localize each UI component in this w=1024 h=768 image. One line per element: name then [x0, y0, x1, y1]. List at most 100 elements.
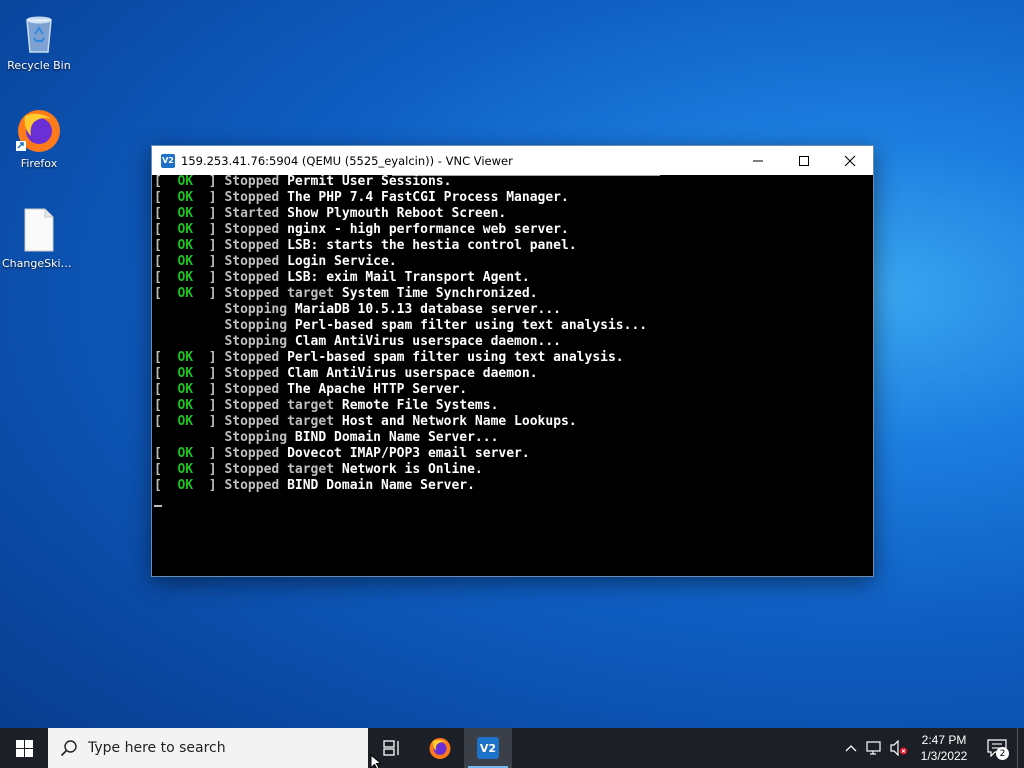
vnc-viewer-window[interactable]: V2 159.253.41.76:5904 (QEMU (5525_eyalci…	[151, 145, 874, 577]
line-verb: Stopped	[224, 398, 280, 413]
taskbar-clock[interactable]: 2:47 PM 1/3/2022	[911, 732, 977, 764]
task-view-icon	[383, 740, 399, 756]
taskbar: Type here to search V2 2:47 PM 1/3/2022 …	[0, 728, 1024, 768]
terminal-line: [ OK ] Stopped target Host and Network N…	[154, 414, 577, 429]
line-verb: Stopped	[224, 350, 280, 365]
close-icon	[844, 155, 856, 166]
terminal-line: [ OK ] Stopped Dovecot IMAP/POP3 email s…	[154, 446, 530, 461]
desktop-icon-changeskin[interactable]: ChangeSkin...	[2, 206, 76, 270]
ok-status: OK	[177, 222, 194, 237]
line-verb: Stopping	[224, 318, 288, 333]
clock-time: 2:47 PM	[921, 733, 967, 747]
line-verb: Stopped	[224, 382, 280, 397]
ok-status: OK	[177, 286, 194, 301]
terminal-console[interactable]: [ OK ] Stopped Permit User Sessions.[ OK…	[152, 175, 873, 575]
line-verb: Stopped	[224, 270, 280, 285]
line-verb: Stopped	[224, 238, 280, 253]
firefox-icon	[429, 738, 451, 759]
start-button[interactable]	[0, 728, 48, 768]
line-verb: Stopped	[224, 286, 280, 301]
line-text: Remote File Systems.	[341, 398, 499, 413]
line-verb: Stopping	[224, 334, 288, 349]
terminal-line: [ OK ] Stopped The PHP 7.4 FastCGI Proce…	[154, 190, 569, 205]
line-verb: Stopped	[224, 446, 280, 461]
desktop-icon-label: Firefox	[20, 157, 58, 170]
windows-logo-icon	[15, 739, 33, 757]
line-text: Login Service.	[287, 254, 397, 269]
line-verb: Stopped	[224, 414, 280, 429]
line-text: System Time Synchronized.	[341, 286, 538, 301]
line-text: The Apache HTTP Server.	[287, 382, 468, 397]
terminal-line: [ OK ] Stopped target System Time Synchr…	[154, 286, 538, 301]
mouse-pointer-icon	[370, 754, 383, 768]
line-verb: Stopping	[224, 302, 288, 317]
action-center-button[interactable]: 2	[977, 728, 1017, 768]
line-text: Host and Network Name Lookups.	[341, 414, 577, 429]
line-verb: Stopped	[224, 222, 280, 237]
vnc-viewer-logo-icon: V2	[161, 153, 175, 168]
ok-status: OK	[177, 206, 194, 221]
line-text: LSB: starts the hestia control panel.	[287, 238, 577, 253]
search-placeholder: Type here to search	[88, 740, 226, 756]
terminal-line: [ OK ] Stopped Permit User Sessions.	[154, 175, 452, 189]
ok-status: OK	[177, 462, 194, 477]
terminal-line: [ OK ] Stopped target Network is Online.	[154, 462, 483, 477]
volume-button[interactable]	[887, 728, 911, 768]
network-icon	[866, 741, 881, 755]
terminal-line: [ OK ] Stopped target Remote File System…	[154, 398, 499, 413]
line-verb: Stopped	[224, 254, 280, 269]
line-verb: Started	[224, 206, 280, 221]
notification-count-badge: 2	[996, 747, 1009, 760]
line-verb: Stopped	[224, 175, 280, 189]
ok-status: OK	[177, 478, 194, 493]
ok-status: OK	[177, 446, 194, 461]
line-text: MariaDB 10.5.13 database server...	[294, 302, 562, 317]
desktop-icon-label: Recycle Bin	[7, 59, 71, 72]
taskbar-firefox[interactable]	[416, 728, 464, 768]
ok-status: OK	[177, 350, 194, 365]
minimize-icon	[753, 160, 763, 161]
minimize-button[interactable]	[735, 146, 781, 175]
ok-status: OK	[177, 190, 194, 205]
terminal-line: [ OK ] Stopped Clam AntiVirus userspace …	[154, 366, 538, 381]
terminal-output: [ OK ] Stopped Permit User Sessions.[ OK…	[154, 175, 647, 494]
line-verb: Stopped	[224, 462, 280, 477]
search-icon	[60, 740, 77, 757]
show-hidden-icons-button[interactable]	[839, 728, 863, 768]
close-button[interactable]	[827, 146, 873, 175]
window-titlebar[interactable]: V2 159.253.41.76:5904 (QEMU (5525_eyalci…	[152, 146, 873, 175]
taskbar-search-box[interactable]: Type here to search	[48, 728, 368, 768]
line-verb: Stopping	[224, 430, 288, 445]
line-text: Perl-based spam filter using text analys…	[287, 350, 624, 365]
network-button[interactable]	[863, 728, 887, 768]
line-text: BIND Domain Name Server.	[287, 478, 475, 493]
ok-status: OK	[177, 382, 194, 397]
clock-date: 1/3/2022	[920, 749, 968, 763]
terminal-line: [ OK ] Stopped LSB: exim Mail Transport …	[154, 270, 530, 285]
desktop-icon-label: ChangeSkin...	[2, 257, 76, 270]
desktop-icon-firefox[interactable]: Firefox	[2, 106, 76, 170]
line-target-word: target	[287, 462, 335, 477]
firefox-icon	[15, 106, 63, 154]
maximize-button[interactable]	[781, 146, 827, 175]
taskbar-vnc-viewer[interactable]: V2	[464, 728, 512, 768]
line-verb: Stopped	[224, 190, 280, 205]
system-tray: 2:47 PM 1/3/2022 2	[839, 728, 1024, 768]
desktop-icon-recycle-bin[interactable]: Recycle Bin	[2, 8, 76, 72]
ok-status: OK	[177, 414, 194, 429]
line-text: The PHP 7.4 FastCGI Process Manager.	[287, 190, 569, 205]
ok-status: OK	[177, 175, 194, 189]
line-verb: Stopped	[224, 366, 280, 381]
terminal-line: Stopping Clam AntiVirus userspace daemon…	[154, 334, 647, 350]
terminal-line: Stopping MariaDB 10.5.13 database server…	[154, 302, 647, 318]
line-text: Clam AntiVirus userspace daemon...	[294, 334, 562, 349]
terminal-line: [ OK ] Stopped Login Service.	[154, 254, 397, 269]
window-title: 159.253.41.76:5904 (QEMU (5525_eyalcin))…	[181, 153, 513, 168]
recycle-bin-icon	[15, 8, 63, 56]
line-text: Permit User Sessions.	[287, 175, 452, 189]
ok-status: OK	[177, 254, 194, 269]
line-target-word: target	[287, 398, 335, 413]
terminal-line: Stopping Perl-based spam filter using te…	[154, 318, 647, 334]
line-text: Perl-based spam filter using text analys…	[294, 318, 648, 333]
show-desktop-button[interactable]	[1017, 728, 1024, 768]
